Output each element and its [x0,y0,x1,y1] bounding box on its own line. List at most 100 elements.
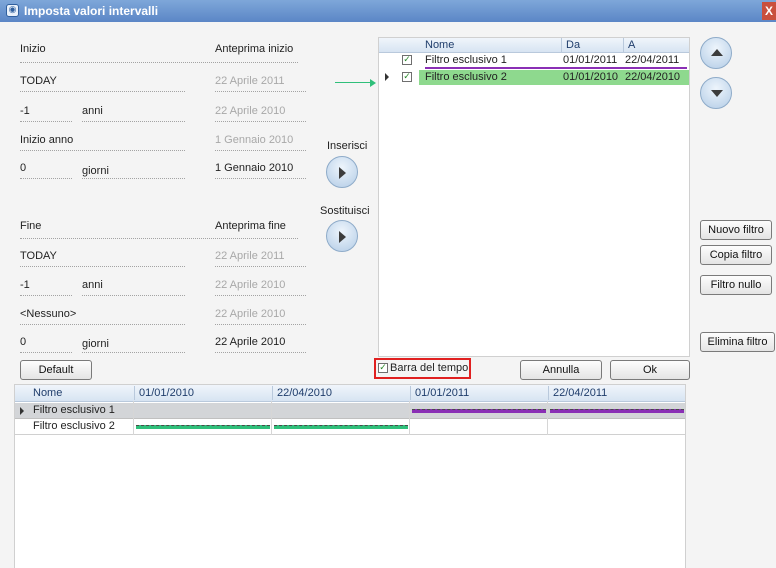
inizio-row3-preview: 1 Gennaio 2010 [215,134,294,146]
fine-preview-label: Anteprima fine [215,220,286,232]
arrow-right-icon [339,231,346,243]
move-up-button[interactable] [700,37,732,69]
row1-a: 22/04/2011 [625,54,680,66]
col-sep [271,401,272,435]
elimina-filtro-button[interactable]: Elimina filtro [700,332,775,352]
inizio-preview-label: Anteprima inizio [215,43,294,55]
sostituisci-button[interactable] [326,220,358,252]
timeline-panel: Nome 01/01/2010 22/04/2010 01/01/2011 22… [14,384,686,568]
fine-row2-unit-underline [82,295,185,296]
timeline-row1-nome: Filtro esclusivo 1 [33,404,115,416]
arrow-right-icon [339,167,346,179]
inizio-row4-preview-underline [215,178,306,179]
inizio-row1-value[interactable]: TODAY [20,75,57,87]
inizio-row1-preview: 22 Aprile 2011 [215,75,285,87]
timeline-header-nome[interactable]: Nome [33,386,131,400]
inizio-label: Inizio [20,43,46,55]
fine-row2-underline [20,295,72,296]
timeline-row2-nome: Filtro esclusivo 2 [33,420,115,432]
inizio-row4-unit[interactable]: giorni [82,165,109,177]
fine-row2-unit[interactable]: anni [82,279,103,291]
fine-row4-unit[interactable]: giorni [82,338,109,350]
row-pointer-icon [385,73,389,81]
timeline-bar-row1a [412,409,546,413]
barra-tempo-checkbox[interactable]: ✓ [378,363,388,373]
filter-header-da[interactable]: Da [561,38,621,52]
timeline-header-d2: 22/04/2010 [272,386,410,400]
fine-label: Fine [20,220,42,232]
fine-row2-value[interactable]: -1 [20,279,30,291]
app-icon: ◉ [6,4,19,17]
ok-button[interactable]: Ok [610,360,690,380]
row-pointer-icon [20,407,24,415]
fine-row1-preview: 22 Aprile 2011 [215,250,285,262]
inizio-row2-unit[interactable]: anni [82,105,103,117]
fine-row3-preview-underline [215,324,306,325]
arrow-up-icon [711,49,723,56]
row1-checkbox[interactable]: ✓ [402,55,412,65]
fine-row1-value[interactable]: TODAY [20,250,57,262]
inizio-row4-preview: 1 Gennaio 2010 [215,162,294,174]
filtro-nullo-button[interactable]: Filtro nullo [700,275,772,295]
col-sep [409,401,410,435]
title-bar: ◉ Imposta valori intervalli X [0,0,776,22]
row1-nome: Filtro esclusivo 1 [425,54,507,66]
inizio-row1-underline [20,91,185,92]
fine-row4-preview: 22 Aprile 2010 [215,336,286,348]
row2-checkbox[interactable]: ✓ [402,72,412,82]
selection-arrow-head [370,79,376,87]
fine-row4-underline [20,352,72,353]
timeline-bar-row2b [274,425,408,429]
close-button[interactable]: X [762,2,776,20]
row2-a: 22/04/2010 [625,71,681,83]
default-button[interactable]: Default [20,360,92,380]
inizio-row2-underline [20,121,72,122]
timeline-bar-row1b [550,409,684,413]
fine-row2-preview-underline [215,295,306,296]
fine-row4-unit-underline [82,352,185,353]
inizio-row2-preview: 22 Aprile 2010 [215,105,286,117]
fine-row2-preview: 22 Aprile 2010 [215,279,286,291]
selection-arrow-line [335,82,371,83]
inizio-row4-underline [20,178,72,179]
col-sep [547,401,548,435]
barra-tempo-label[interactable]: Barra del tempo [390,362,468,374]
col-sep [133,401,134,435]
fine-row3-value[interactable]: <Nessuno> [20,308,76,320]
annulla-button[interactable]: Annulla [520,360,602,380]
row2-nome: Filtro esclusivo 2 [425,71,507,83]
fine-row1-preview-underline [215,266,306,267]
copia-filtro-button[interactable]: Copia filtro [700,245,772,265]
filter-grid: Nome Da A ✓ Filtro esclusivo 1 01/01/201… [378,37,690,357]
timeline-header-d3: 01/01/2011 [410,386,546,400]
nuovo-filtro-button[interactable]: Nuovo filtro [700,220,772,240]
inizio-divider [20,62,298,63]
inizio-row3-underline [20,150,185,151]
inizio-row2-value[interactable]: -1 [20,105,30,117]
inizio-row3-value[interactable]: Inizio anno [20,134,73,146]
filter-header-nome[interactable]: Nome [425,38,555,52]
fine-row3-underline [20,324,185,325]
inserisci-button[interactable] [326,156,358,188]
fine-row1-underline [20,266,185,267]
inizio-row4-value[interactable]: 0 [20,162,26,174]
inizio-row2-unit-underline [82,121,185,122]
window-title: Imposta valori intervalli [24,4,159,18]
row2-da: 01/01/2010 [563,71,619,83]
filter-header-a[interactable]: A [623,38,687,52]
fine-row3-preview: 22 Aprile 2010 [215,308,286,320]
timeline-bar-row2a [136,425,270,429]
row1-color-bar [425,67,687,69]
fine-row4-preview-underline [215,352,306,353]
timeline-header-d1: 01/01/2010 [134,386,270,400]
inserisci-label: Inserisci [327,140,368,152]
sostituisci-label: Sostituisci [320,205,370,217]
move-down-button[interactable] [700,77,732,109]
inizio-row4-unit-underline [82,178,185,179]
fine-divider [20,238,298,239]
inizio-row1-preview-underline [215,91,306,92]
inizio-row3-preview-underline [215,150,306,151]
arrow-down-icon [711,90,723,97]
timeline-header-d4: 22/04/2011 [548,386,684,400]
fine-row4-value[interactable]: 0 [20,336,26,348]
